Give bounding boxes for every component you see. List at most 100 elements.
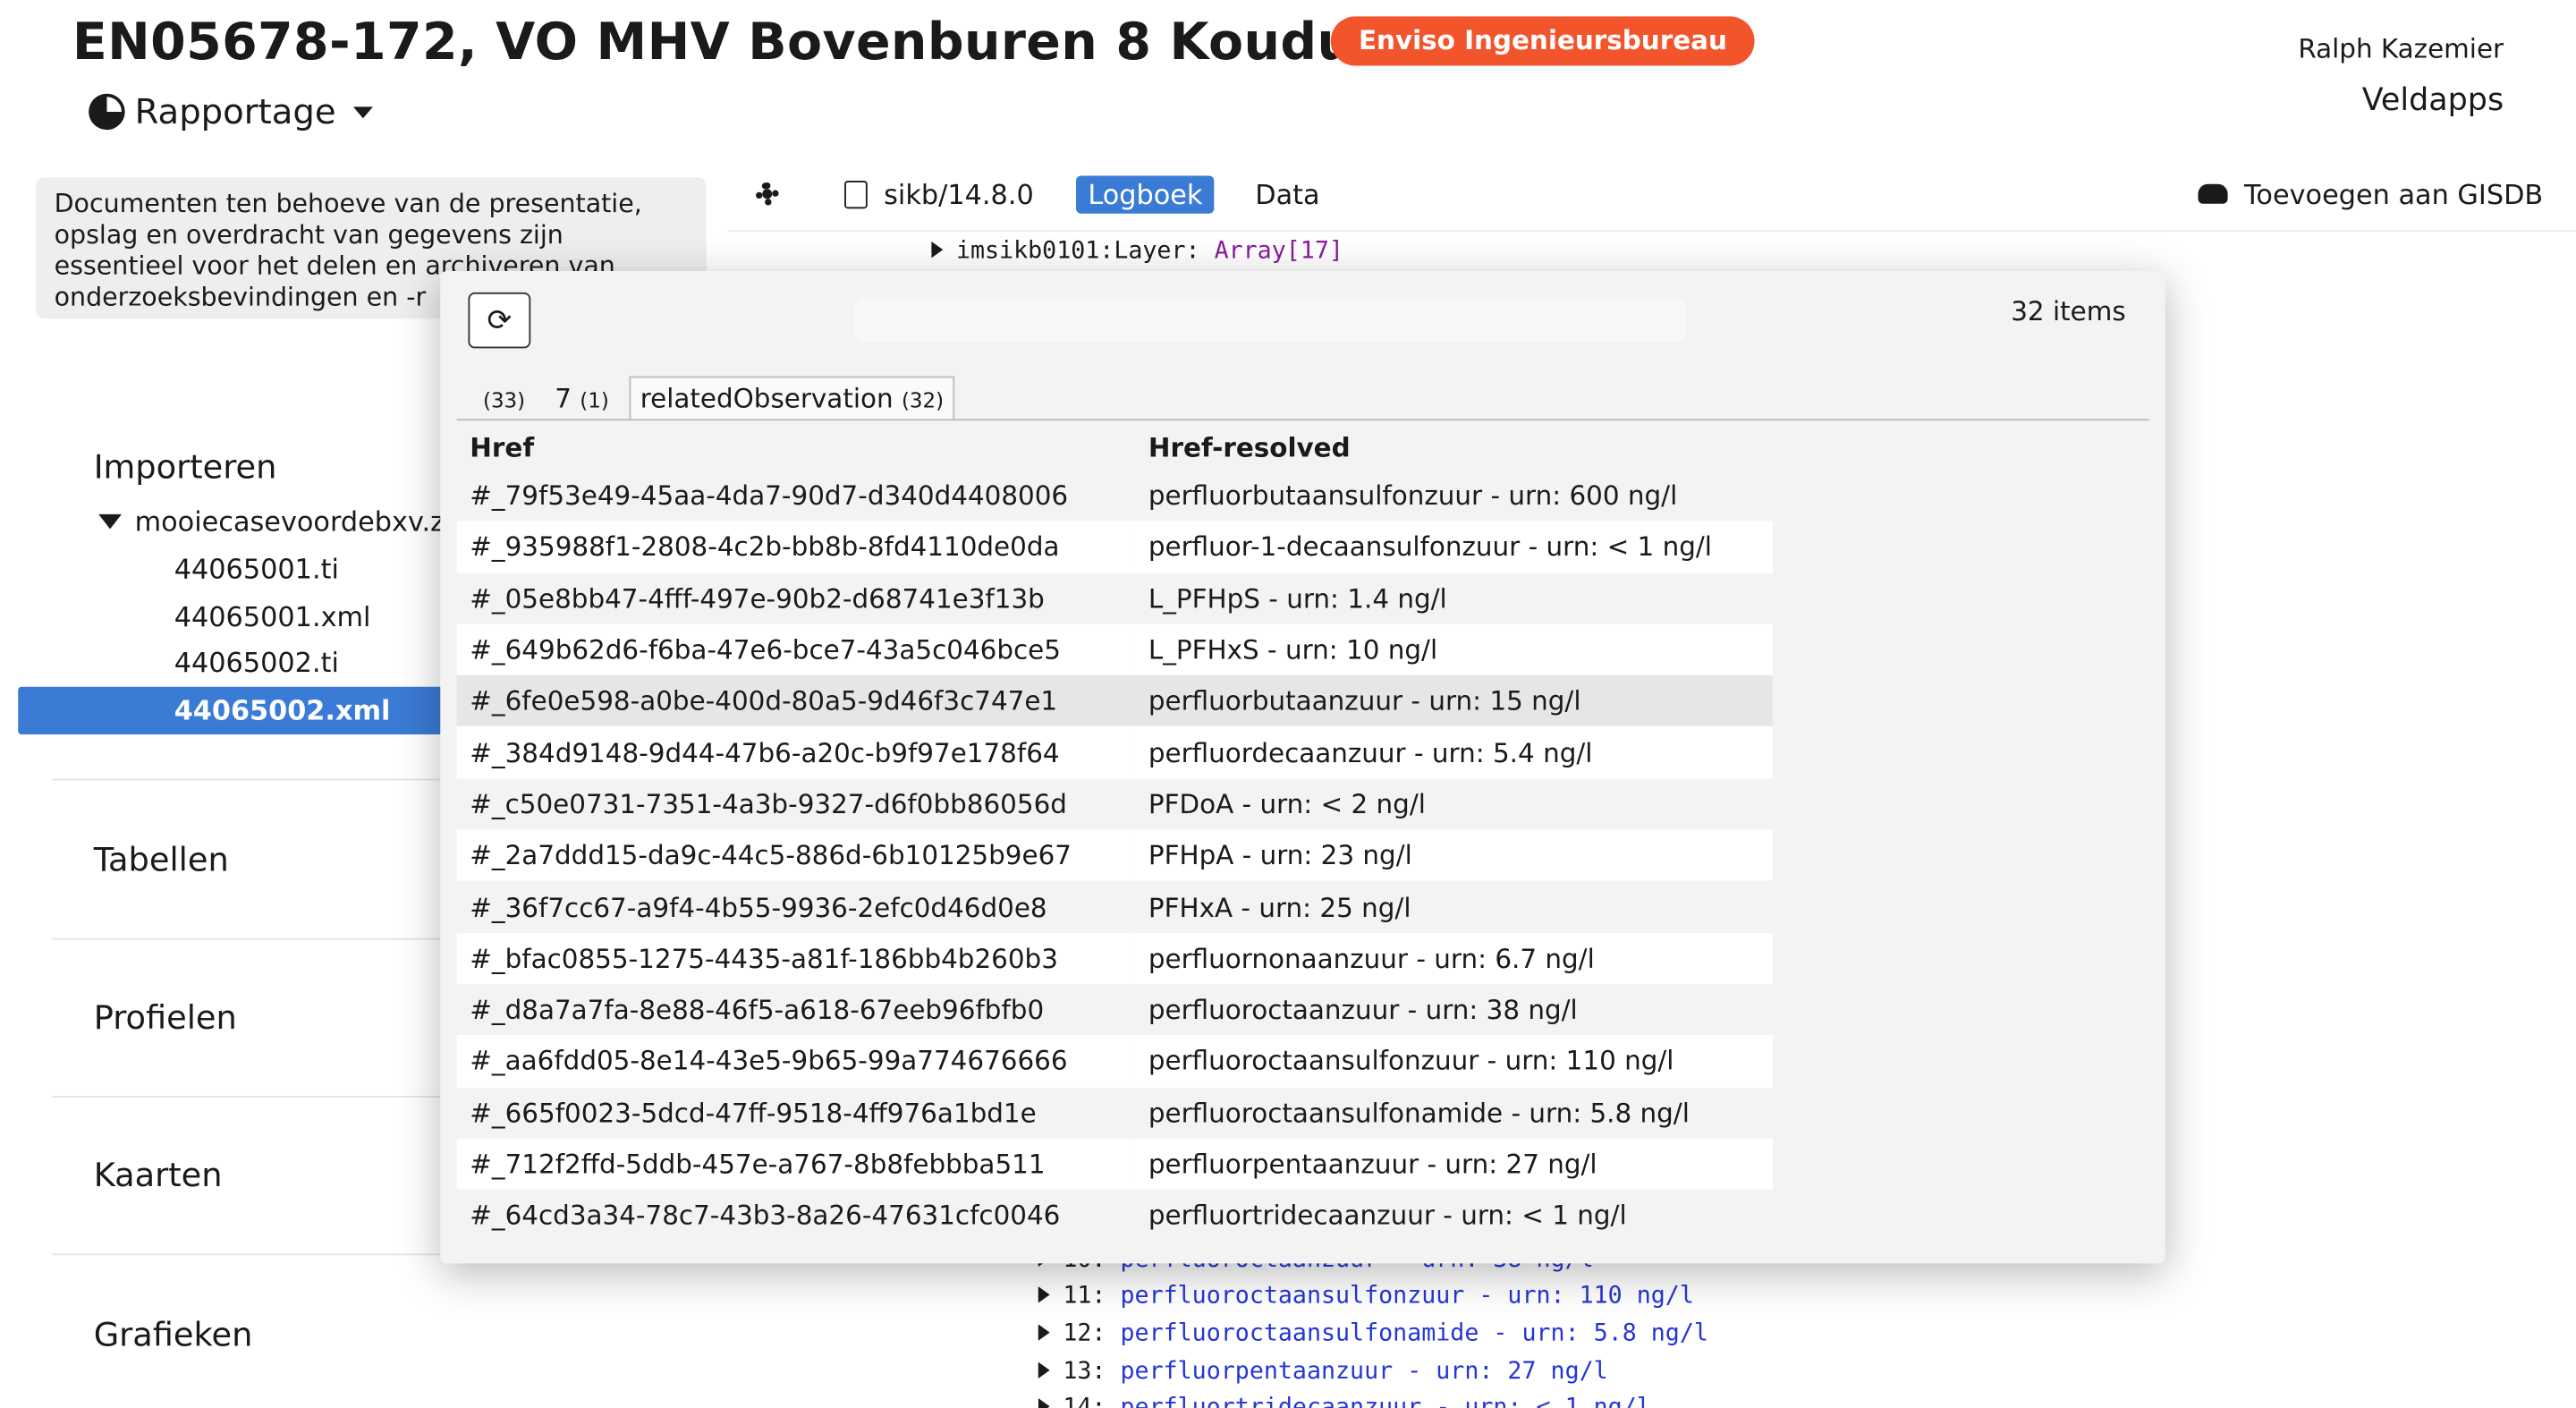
sidebar-section-charts[interactable]: Grafieken — [94, 1314, 253, 1353]
version-label[interactable]: sikb/14.8.0 — [884, 178, 1034, 209]
column-header-resolved[interactable]: Href-resolved — [1135, 424, 1773, 470]
tab-label: 7 — [555, 382, 572, 414]
table-row[interactable]: #_d8a7a7fa-8e88-46f5-a618-67eeb96fbfb0 pe… — [457, 984, 1773, 1035]
table-row[interactable]: #_64cd3a34-78c7-43b3-8a26-47631cfc0046 pe… — [457, 1190, 1773, 1241]
table-row[interactable]: #_649b62d6-f6ba-47e6-bce7-43a5c046bce5 L_… — [456, 623, 1773, 676]
resolved-cell: L_PFHxS - urn: 10 ng/l — [1135, 623, 1773, 676]
popup-tab[interactable]: 7 (1) — [545, 377, 619, 419]
href-cell[interactable]: #_384d9148-9d44-47b6-a20c-b9f97e178f64 — [456, 726, 1136, 779]
href-cell[interactable]: #_649b62d6-f6ba-47e6-bce7-43a5c046bce5 — [456, 623, 1136, 676]
expand-triangle-icon — [931, 241, 944, 259]
tree-file[interactable]: 44065002.ti — [174, 648, 339, 679]
sidebar-heading-import[interactable]: Importeren — [94, 447, 277, 487]
expand-triangle-icon — [1038, 1398, 1050, 1408]
item-count: 32 items — [2011, 295, 2126, 327]
xml-key: imsikb0101:Layer: — [955, 238, 1200, 265]
href-cell[interactable]: #_c50e0731-7351-4a3b-9327-d6f0bb86056d — [457, 778, 1136, 829]
related-observation-popup: ⟳ 32 items (33) 7 (1) relatedObservation… — [440, 271, 2165, 1264]
expand-triangle-icon — [1038, 1286, 1050, 1303]
table-row[interactable]: #_384d9148-9d44-47b6-a20c-b9f97e178f64 pe… — [456, 726, 1773, 779]
table-row[interactable]: #_79f53e49-45aa-4da7-90d7-d340d4408006 pe… — [457, 470, 1773, 521]
expand-triangle-icon — [1038, 1361, 1050, 1378]
href-cell[interactable]: #_d8a7a7fa-8e88-46f5-a618-67eeb96fbfb0 — [457, 984, 1136, 1035]
report-menu[interactable]: Rapportage — [89, 91, 373, 131]
sidebar-section-maps[interactable]: Kaarten — [94, 1155, 223, 1194]
sidebar-section-profiles[interactable]: Profielen — [94, 997, 237, 1037]
tab-count: (33) — [482, 387, 526, 413]
refresh-button[interactable]: ⟳ — [468, 292, 531, 349]
tree-file[interactable]: 44065001.xml — [174, 601, 371, 632]
href-cell[interactable]: #_665f0023-5dcd-47ff-9518-4ff976a1bd1e — [457, 1087, 1136, 1138]
tab-logbook[interactable]: Logboek — [1076, 174, 1215, 213]
popup-tabs: (33) 7 (1) relatedObservation (32) — [473, 376, 965, 420]
popup-tab-active[interactable]: relatedObservation (32) — [628, 376, 955, 420]
document-icon — [844, 180, 868, 208]
table-row[interactable]: #_05e8bb47-4fff-497e-90b2-d68741e3f13b L_… — [457, 573, 1773, 623]
tab-label: relatedObservation — [640, 382, 894, 414]
href-cell[interactable]: #_05e8bb47-4fff-497e-90b2-d68741e3f13b — [457, 573, 1136, 623]
table-row[interactable]: #_935988f1-2808-4c2b-bb8b-8fd4110de0da pe… — [456, 521, 1773, 573]
column-header-href[interactable]: Href — [457, 424, 1136, 470]
href-cell[interactable]: #_64cd3a34-78c7-43b3-8a26-47631cfc0046 — [457, 1190, 1136, 1241]
tree-file[interactable]: 44065001.ti — [174, 554, 339, 585]
xml-index: 13: — [1063, 1358, 1106, 1386]
resolved-cell: perfluornonaanzuur - urn: 6.7 ng/l — [1135, 932, 1773, 985]
caret-down-icon — [352, 106, 373, 118]
divider — [52, 937, 447, 940]
user-name[interactable]: Ralph Kazemier — [2298, 33, 2504, 64]
href-cell[interactable]: #_36f7cc67-a9f4-4b55-9936-2efc0d46d0e8 — [457, 881, 1136, 932]
organization-badge[interactable]: Enviso Ingenieursbureau — [1330, 16, 1756, 66]
href-cell[interactable]: #_935988f1-2808-4c2b-bb8b-8fd4110de0da — [456, 521, 1136, 573]
xml-row[interactable]: 12: perfluoroctaansulfonamide - urn: 5.8… — [1038, 1321, 1708, 1347]
tab-count: (32) — [901, 387, 945, 413]
tree-folder[interactable]: mooiecasevoordebxv.zi — [98, 506, 452, 538]
divider — [52, 1253, 447, 1256]
table-row[interactable]: #_2a7ddd15-da9c-44c5-886d-6b10125b9e67 PF… — [456, 829, 1773, 882]
cloud-upload-icon — [2198, 183, 2228, 204]
table-row[interactable]: #_712f2ffd-5ddb-457e-a767-8b8febbba511 pe… — [456, 1138, 1773, 1191]
observation-table: Href Href-resolved #_79f53e49-45aa-4da7-… — [456, 424, 1773, 1242]
table-row[interactable]: #_aa6fdd05-8e14-43e5-9b65-99a774676666 pe… — [456, 1035, 1773, 1088]
main-toolbar: sikb/14.8.0 Logboek Data Toevoegen aan G… — [740, 165, 2544, 224]
xml-value: perfluortridecaanzuur - urn: < 1 ng/l — [1121, 1395, 1651, 1408]
resolved-cell: perfluorbutaansulfonzuur - urn: 600 ng/l — [1148, 479, 1678, 512]
xml-row[interactable]: 13: perfluorpentaanzuur - urn: 27 ng/l — [1038, 1359, 1608, 1385]
href-cell[interactable]: #_2a7ddd15-da9c-44c5-886d-6b10125b9e67 — [456, 829, 1136, 882]
table-row[interactable]: #_c50e0731-7351-4a3b-9327-d6f0bb86056d PF… — [457, 778, 1773, 829]
tab-data[interactable]: Data — [1243, 175, 1331, 213]
href-cell[interactable]: #_712f2ffd-5ddb-457e-a767-8b8febbba511 — [456, 1138, 1136, 1191]
add-gisdb-button[interactable]: Toevoegen aan GISDB — [2244, 178, 2543, 209]
xml-index: 14: — [1063, 1395, 1106, 1408]
table-row[interactable]: #_665f0023-5dcd-47ff-9518-4ff976a1bd1e pe… — [457, 1087, 1773, 1138]
pie-chart-icon — [89, 93, 125, 131]
href-cell[interactable]: #_aa6fdd05-8e14-43e5-9b65-99a774676666 — [456, 1035, 1136, 1088]
divider — [727, 230, 2576, 232]
xml-layer-node[interactable]: imsikb0101:Layer: Array[17] — [931, 238, 1343, 265]
apps-link[interactable]: Veldapps — [2362, 82, 2504, 118]
xml-row[interactable]: 14: perfluortridecaanzuur - urn: < 1 ng/… — [1038, 1395, 1651, 1408]
xml-row[interactable]: 11: perfluoroctaansulfonzuur - urn: 110 … — [1038, 1283, 1694, 1310]
resolved-cell: perfluor-1-decaansulfonzuur - urn: < 1 n… — [1135, 521, 1773, 573]
sidebar-section-tables[interactable]: Tabellen — [94, 840, 229, 879]
resolved-cell: perfluorbutaanzuur - urn: 15 ng/l — [1135, 675, 1773, 727]
tab-count: (1) — [580, 387, 609, 413]
href-cell[interactable]: #_bfac0855-1275-4435-a81f-186bb4b260b3 — [456, 932, 1136, 985]
table-row[interactable]: #_bfac0855-1275-4435-a81f-186bb4b260b3 pe… — [456, 932, 1773, 985]
table-row[interactable]: #_36f7cc67-a9f4-4b55-9936-2efc0d46d0e8 PF… — [457, 881, 1773, 932]
table-row[interactable]: #_6fe0e598-a0be-400d-80a5-9d46f3c747e1 pe… — [456, 675, 1773, 727]
expand-triangle-icon — [1038, 1324, 1050, 1341]
divider — [52, 1096, 447, 1098]
resolved-cell: perfluordecaanzuur - urn: 5.4 ng/l — [1135, 726, 1773, 779]
popup-search-bar[interactable] — [854, 299, 1686, 343]
divider — [52, 778, 447, 781]
refresh-icon: ⟳ — [487, 302, 513, 338]
popup-tab[interactable]: (33) — [473, 377, 535, 419]
gear-icon[interactable] — [752, 179, 782, 208]
report-menu-label: Rapportage — [134, 91, 336, 131]
xml-value: perfluorpentaanzuur - urn: 27 ng/l — [1120, 1358, 1608, 1386]
href-cell[interactable]: #_79f53e49-45aa-4da7-90d7-d340d4408006 — [457, 470, 1136, 521]
resolved-cell: PFDoA - urn: < 2 ng/l — [1148, 788, 1426, 820]
href-cell[interactable]: #_6fe0e598-a0be-400d-80a5-9d46f3c747e1 — [456, 675, 1136, 727]
tree-folder-label: mooiecasevoordebxv.zi — [134, 505, 453, 538]
tree-file-selected[interactable]: 44065002.xml — [18, 686, 479, 735]
